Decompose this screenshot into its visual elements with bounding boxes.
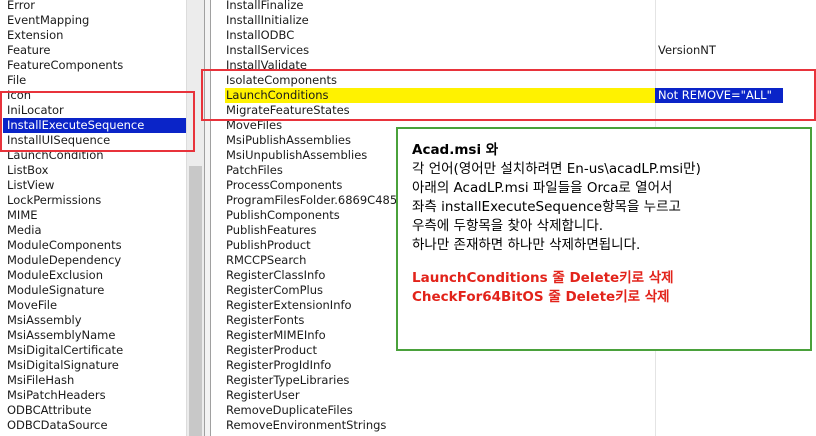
- table-list-item[interactable]: ModuleSignature: [7, 283, 186, 298]
- action-cell[interactable]: RemoveEnvironmentStrings: [226, 418, 656, 433]
- table-list-item[interactable]: MoveFile: [7, 298, 186, 313]
- instruction-note: Acad.msi 와 각 언어(영어만 설치하려면 En-us\acadLP.m…: [396, 127, 812, 351]
- table-list-item[interactable]: MsiAssembly: [7, 313, 186, 328]
- table-list-item[interactable]: ModuleDependency: [7, 253, 186, 268]
- scrollbar-thumb[interactable]: [189, 166, 202, 436]
- table-list-item[interactable]: MsiDigitalCertificate: [7, 343, 186, 358]
- table-row[interactable]: InstallServices VersionNT: [211, 43, 816, 58]
- table-list-item[interactable]: MIME: [7, 208, 186, 223]
- tables-annotation-box: [0, 91, 195, 152]
- condition-cell[interactable]: VersionNT: [658, 43, 816, 58]
- table-row[interactable]: RegisterUser: [211, 388, 816, 403]
- action-cell[interactable]: InstallFinalize: [226, 0, 656, 13]
- note-line: 우측에 두항목을 찾아 삭제합니다.: [412, 218, 604, 234]
- table-list-item[interactable]: Media: [7, 223, 186, 238]
- table-list-item[interactable]: MsiDigitalSignature: [7, 358, 186, 373]
- table-row[interactable]: RemoveEnvironmentStrings: [211, 418, 816, 433]
- table-list-item[interactable]: EventMapping: [7, 13, 186, 28]
- table-list-item[interactable]: Feature: [7, 43, 186, 58]
- action-cell[interactable]: InstallInitialize: [226, 13, 656, 28]
- table-list-item[interactable]: File: [7, 73, 186, 88]
- note-line: 좌측 installExecuteSequence항목을 누르고: [412, 199, 681, 215]
- action-cell[interactable]: RegisterTypeLibraries: [226, 373, 656, 388]
- note-line: 하나만 존재하면 하나만 삭제하면됩니다.: [412, 237, 641, 253]
- table-list-item[interactable]: LockPermissions: [7, 193, 186, 208]
- table-list-item[interactable]: MsiPatchHeaders: [7, 388, 186, 403]
- table-row[interactable]: RemoveDuplicateFiles: [211, 403, 816, 418]
- note-line: 각 언어(영어만 설치하려면 En-us\acadLP.msi만): [412, 161, 701, 177]
- table-list-item[interactable]: ModuleComponents: [7, 238, 186, 253]
- table-list-item[interactable]: ODBCDataSource: [7, 418, 186, 433]
- action-cell[interactable]: InstallServices: [226, 43, 656, 58]
- table-list-item[interactable]: ListBox: [7, 163, 186, 178]
- note-red-line: LaunchConditions 줄 Delete키로 삭제: [412, 270, 674, 286]
- table-list-item[interactable]: ODBCAttribute: [7, 403, 186, 418]
- table-list-item[interactable]: MsiAssemblyName: [7, 328, 186, 343]
- tables-list-scrollbar[interactable]: [186, 0, 205, 436]
- note-line: 아래의 AcadLP.msi 파일들을 Orca로 열어서: [412, 180, 673, 196]
- table-list-item[interactable]: MsiFileHash: [7, 373, 186, 388]
- table-list-item[interactable]: Extension: [7, 28, 186, 43]
- pane-splitter[interactable]: [204, 0, 211, 436]
- table-list-item[interactable]: ListView: [7, 178, 186, 193]
- action-cell[interactable]: RemoveDuplicateFiles: [226, 403, 656, 418]
- rows-annotation-box: [201, 69, 816, 121]
- note-red-line: CheckFor64BitOS 줄 Delete키로 삭제: [412, 289, 670, 305]
- action-cell[interactable]: InstallODBC: [226, 28, 656, 43]
- action-cell[interactable]: RegisterUser: [226, 388, 656, 403]
- table-list-item[interactable]: FeatureComponents: [7, 58, 186, 73]
- table-row[interactable]: RegisterProgIdInfo: [211, 358, 816, 373]
- table-row[interactable]: InstallInitialize: [211, 13, 816, 28]
- table-list-item[interactable]: Error: [7, 0, 186, 13]
- table-row[interactable]: RegisterTypeLibraries: [211, 373, 816, 388]
- table-list-item[interactable]: ModuleExclusion: [7, 268, 186, 283]
- table-row[interactable]: InstallODBC: [211, 28, 816, 43]
- action-cell[interactable]: RegisterProgIdInfo: [226, 358, 656, 373]
- table-row[interactable]: InstallFinalize: [211, 0, 816, 13]
- note-line: Acad.msi 와: [412, 142, 499, 158]
- tables-list[interactable]: Error EventMapping Extension Feature Feature…: [0, 0, 186, 436]
